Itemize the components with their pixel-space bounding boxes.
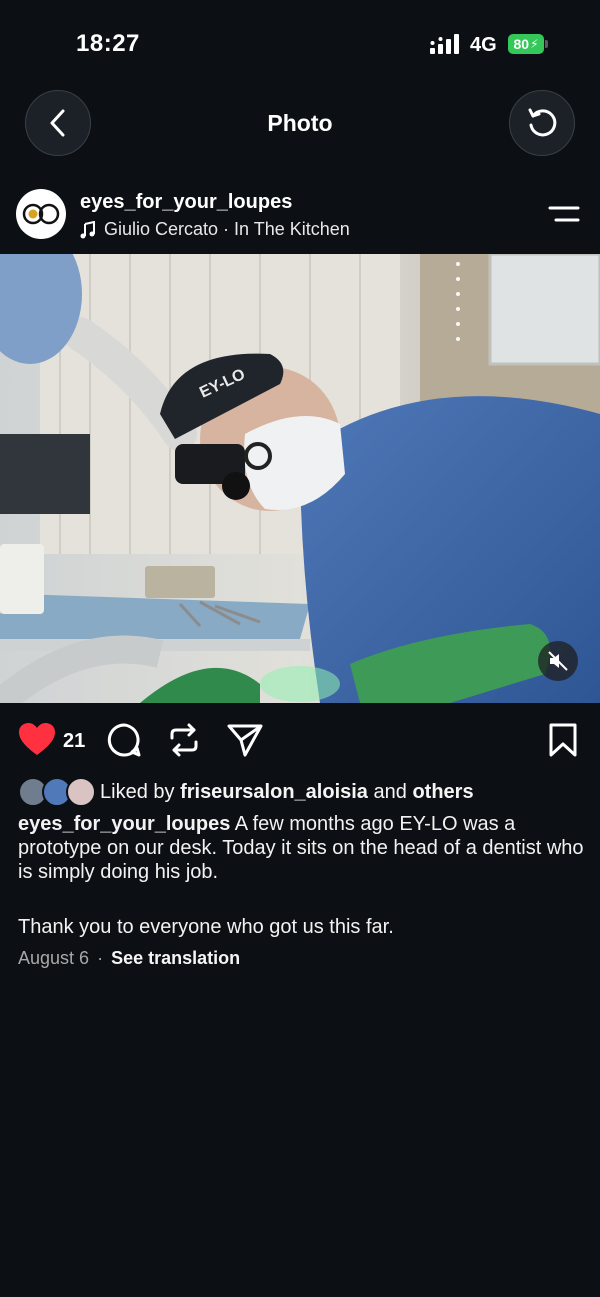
post-caption: eyes_for_your_loupes A few months ago EY… [18, 812, 584, 884]
music-line[interactable]: Giulio Cercato · In The Kitchen [80, 219, 350, 240]
repost-icon[interactable] [166, 722, 202, 758]
bookmark-icon[interactable] [548, 722, 578, 758]
battery-level: 80 [513, 36, 530, 52]
liker-avatars [18, 776, 96, 808]
caption-text-2: Thank you to everyone who got us this fa… [18, 916, 394, 938]
speaker-muted-icon [548, 651, 568, 671]
music-note-icon [80, 220, 95, 238]
header: Photo [0, 88, 600, 160]
avatar[interactable] [16, 189, 66, 239]
liked-by-others[interactable]: others [412, 781, 473, 803]
share-icon[interactable] [226, 722, 264, 758]
battery-icon: 80 ⚡ [508, 34, 548, 54]
caption-username[interactable]: eyes_for_your_loupes [18, 813, 230, 835]
loupes-logo-icon [22, 203, 60, 225]
mute-button[interactable] [538, 641, 578, 681]
liker-avatar [66, 777, 96, 807]
refresh-button[interactable] [509, 90, 575, 156]
meta-separator: · [97, 948, 104, 968]
post-username[interactable]: eyes_for_your_loupes [80, 191, 292, 214]
post-meta: August 6 · See translation [18, 948, 240, 969]
dentist-photo: EY-LO [0, 254, 600, 703]
like-heart-icon[interactable] [18, 722, 56, 758]
post-photo[interactable]: EY-LO [0, 254, 600, 703]
refresh-icon [528, 108, 557, 137]
action-bar: 21 [0, 720, 600, 760]
liked-by-user[interactable]: friseursalon_aloisia [180, 781, 368, 803]
menu-button[interactable] [546, 203, 582, 225]
status-time: 18:27 [76, 30, 140, 57]
status-bar: 18:27 4G 80 ⚡ [0, 0, 600, 80]
post-date: August 6 [18, 948, 90, 968]
like-count[interactable]: 21 [63, 730, 85, 753]
music-label: Giulio Cercato · In The Kitchen [104, 219, 350, 239]
liked-by-row[interactable]: Liked by friseursalon_aloisia and others [18, 776, 474, 808]
signal-icon [430, 34, 459, 54]
network-label: 4G [470, 34, 497, 56]
see-translation-link[interactable]: See translation [111, 948, 240, 969]
post-author-row: eyes_for_your_loupes Giulio Cercato · In… [0, 185, 600, 245]
comment-icon[interactable] [106, 722, 142, 758]
liked-by-text: Liked by friseursalon_aloisia and others [100, 780, 474, 803]
